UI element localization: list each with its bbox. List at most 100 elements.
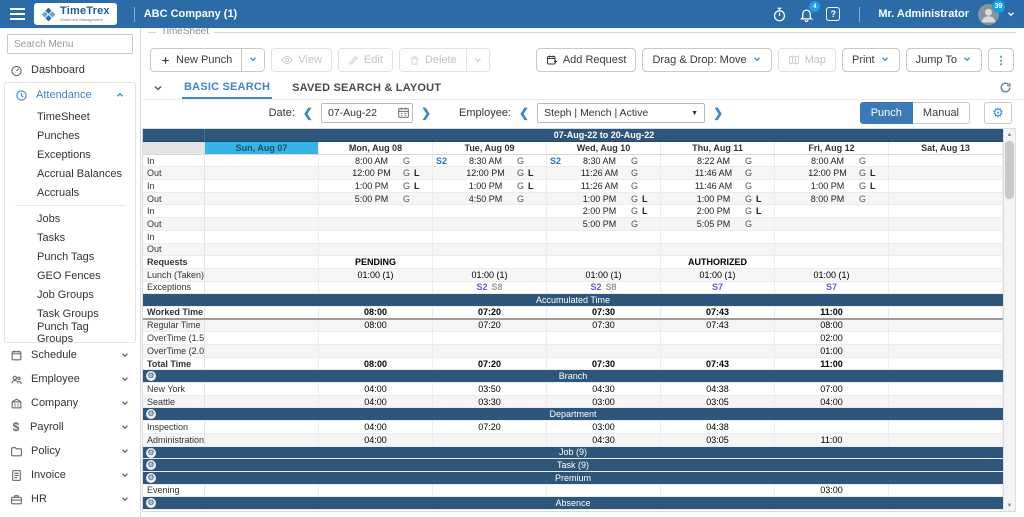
punch-mode-button[interactable]: Punch xyxy=(860,102,913,124)
scroll-up-arrow-icon[interactable]: ▲ xyxy=(1004,129,1015,140)
timer-icon[interactable] xyxy=(769,4,789,24)
punch-cell[interactable] xyxy=(205,218,319,230)
punch-cell[interactable] xyxy=(889,167,1003,179)
settings-gear-icon[interactable]: ⚙ xyxy=(984,102,1012,124)
sidebar-item-recruitment[interactable]: Recruitment xyxy=(0,511,140,517)
sidebar-item-schedule[interactable]: Schedule xyxy=(0,343,140,367)
edit-button[interactable]: Edit xyxy=(338,48,393,72)
new-punch-button[interactable]: New Punch xyxy=(150,48,242,72)
punch-cell[interactable] xyxy=(433,205,547,217)
sidebar-item-punch-tag-groups[interactable]: Punch Tag Groups xyxy=(5,323,135,342)
punch-cell[interactable] xyxy=(319,205,433,217)
punch-cell[interactable] xyxy=(433,218,547,230)
punch-cell[interactable]: 4:50 PMG xyxy=(433,193,547,205)
punch-cell[interactable] xyxy=(205,193,319,205)
punch-cell[interactable] xyxy=(661,244,775,256)
calendar-icon[interactable] xyxy=(397,106,410,119)
sidebar-item-hr[interactable]: HR xyxy=(0,487,140,511)
punch-cell[interactable] xyxy=(889,180,1003,192)
punch-cell[interactable] xyxy=(775,205,889,217)
punch-cell[interactable]: 11:26 AMG xyxy=(547,180,661,192)
punch-cell[interactable] xyxy=(889,218,1003,230)
punch-cell[interactable]: 1:00 PMGL xyxy=(775,180,889,192)
section-settings-gear-icon[interactable]: ⚙ xyxy=(146,460,156,470)
punch-cell[interactable]: 5:00 PMG xyxy=(319,193,433,205)
delete-dropdown-button[interactable] xyxy=(467,48,490,72)
scroll-down-arrow-icon[interactable]: ▼ xyxy=(1004,500,1015,511)
sidebar-item-dashboard[interactable]: Dashboard xyxy=(0,58,140,82)
punch-cell[interactable]: S28:30 AMG xyxy=(547,155,661,167)
avatar[interactable]: 39 xyxy=(978,4,999,25)
exception-code-s2[interactable]: S2 xyxy=(590,282,601,292)
punch-cell[interactable]: 12:00 PMGL xyxy=(433,167,547,179)
view-button[interactable]: View xyxy=(271,48,332,72)
punch-cell[interactable] xyxy=(661,231,775,243)
tab-basic-search[interactable]: BASIC SEARCH xyxy=(182,76,272,99)
employee-next-chevron-icon[interactable]: ❯ xyxy=(711,106,725,120)
sidebar-item-job-groups[interactable]: Job Groups xyxy=(5,285,135,304)
punch-cell[interactable] xyxy=(205,244,319,256)
day-header-3[interactable]: Wed, Aug 10 xyxy=(547,142,661,154)
punch-cell[interactable]: 11:26 AMG xyxy=(547,167,661,179)
punch-cell[interactable]: 11:46 AMG xyxy=(661,167,775,179)
sidebar-item-company[interactable]: Company xyxy=(0,391,140,415)
add-request-button[interactable]: Add Request xyxy=(536,48,637,72)
day-header-4[interactable]: Thu, Aug 11 xyxy=(661,142,775,154)
print-button[interactable]: Print xyxy=(842,48,900,72)
sidebar-item-employee[interactable]: Employee xyxy=(0,367,140,391)
notifications-bell-icon[interactable]: 4 xyxy=(796,4,816,24)
sidebar-item-tasks[interactable]: Tasks xyxy=(5,228,135,247)
punch-cell[interactable] xyxy=(547,231,661,243)
punch-cell[interactable] xyxy=(775,231,889,243)
section-settings-gear-icon[interactable]: ⚙ xyxy=(146,409,156,419)
punch-cell[interactable] xyxy=(547,244,661,256)
punch-cell[interactable]: 8:22 AMG xyxy=(661,155,775,167)
new-punch-dropdown-button[interactable] xyxy=(242,48,265,72)
search-input[interactable] xyxy=(7,34,133,54)
punch-cell[interactable]: 12:00 PMGL xyxy=(775,167,889,179)
punch-cell[interactable] xyxy=(775,244,889,256)
sidebar-item-jobs[interactable]: Jobs xyxy=(5,209,135,228)
exception-code-s7[interactable]: S7 xyxy=(712,282,723,292)
sidebar-item-timesheet[interactable]: TimeSheet xyxy=(5,107,135,126)
punch-cell[interactable] xyxy=(433,231,547,243)
punch-cell[interactable] xyxy=(889,231,1003,243)
punch-cell[interactable]: 2:00 PMGL xyxy=(547,205,661,217)
user-menu-chevron-down-icon[interactable] xyxy=(1006,9,1016,19)
day-header-selected[interactable]: Sun, Aug 07 xyxy=(205,142,319,154)
punch-cell[interactable]: 11:46 AMG xyxy=(661,180,775,192)
help-icon[interactable]: ? xyxy=(823,4,843,24)
employee-select[interactable]: Steph | Mench | Active ▼ xyxy=(537,103,705,123)
section-settings-gear-icon[interactable]: ⚙ xyxy=(146,448,156,458)
map-button[interactable]: Map xyxy=(778,48,836,72)
sidebar-item-accrual-balances[interactable]: Accrual Balances xyxy=(5,164,135,183)
sidebar-item-invoice[interactable]: Invoice xyxy=(0,463,140,487)
punch-cell[interactable] xyxy=(319,244,433,256)
punch-cell[interactable] xyxy=(205,167,319,179)
punch-cell[interactable]: 1:00 PMGL xyxy=(547,193,661,205)
hamburger-menu-icon[interactable] xyxy=(0,8,34,20)
punch-exception-link[interactable]: S2 xyxy=(550,156,568,166)
manual-mode-button[interactable]: Manual xyxy=(913,102,970,124)
sidebar-item-punches[interactable]: Punches xyxy=(5,126,135,145)
sidebar-item-punch-tags[interactable]: Punch Tags xyxy=(5,247,135,266)
drag-drop-mode-button[interactable]: Drag & Drop: Move xyxy=(642,48,771,72)
jump-to-button[interactable]: Jump To xyxy=(906,48,982,72)
punch-cell[interactable] xyxy=(319,218,433,230)
punch-cell[interactable] xyxy=(889,205,1003,217)
punch-cell[interactable]: 2:00 PMGL xyxy=(661,205,775,217)
punch-cell[interactable] xyxy=(433,244,547,256)
sidebar-item-accruals[interactable]: Accruals xyxy=(5,183,135,202)
date-next-chevron-icon[interactable]: ❯ xyxy=(419,106,433,120)
punch-cell[interactable]: 8:00 AMG xyxy=(319,155,433,167)
punch-cell[interactable] xyxy=(205,205,319,217)
delete-button[interactable]: Delete xyxy=(399,48,467,72)
exception-code-s7[interactable]: S7 xyxy=(826,282,837,292)
more-options-kebab-icon[interactable]: ⋮ xyxy=(988,48,1014,72)
punch-cell[interactable] xyxy=(205,155,319,167)
day-header-1[interactable]: Mon, Aug 08 xyxy=(319,142,433,154)
section-settings-gear-icon[interactable]: ⚙ xyxy=(146,473,156,483)
punch-cell[interactable]: 1:00 PMGL xyxy=(433,180,547,192)
refresh-icon[interactable] xyxy=(999,81,1012,94)
punch-cell[interactable]: 8:00 PMG xyxy=(775,193,889,205)
